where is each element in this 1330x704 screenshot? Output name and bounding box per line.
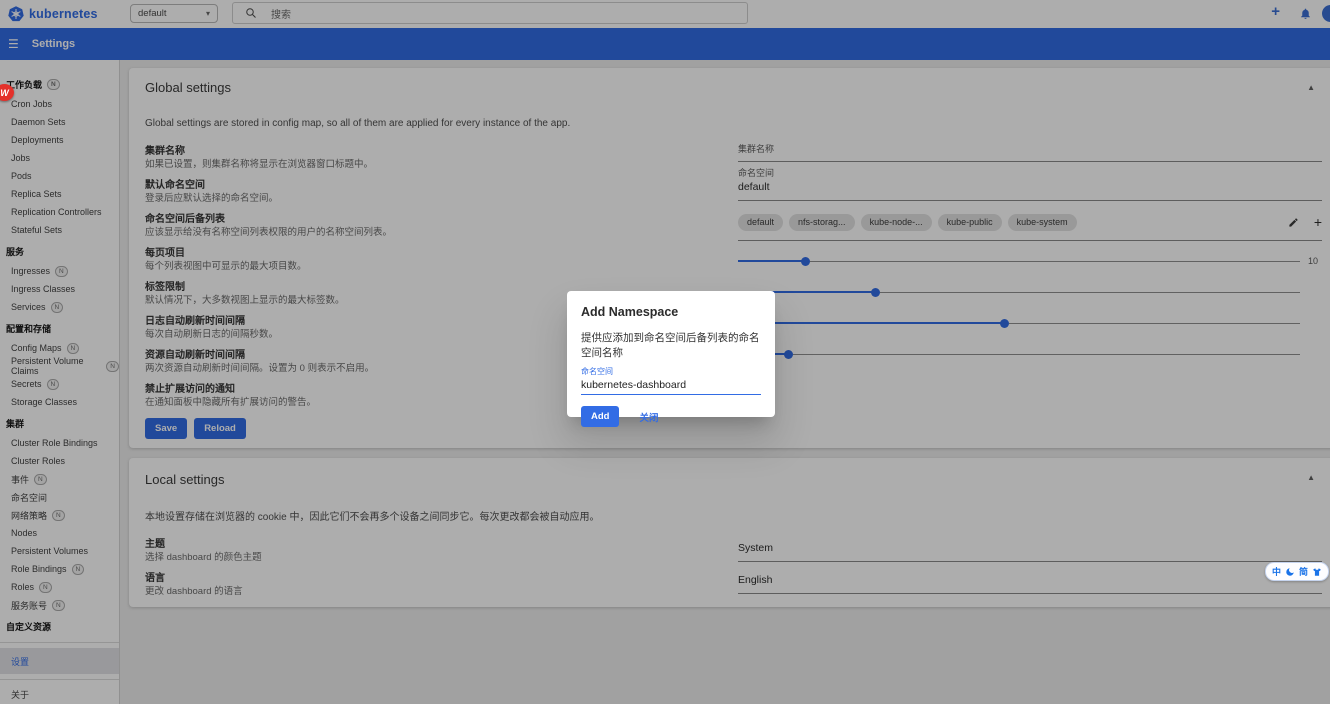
dialog-actions: Add 关闭: [581, 406, 761, 427]
add-button[interactable]: Add: [581, 406, 619, 427]
dialog-message: 提供应添加到命名空间后备列表的命名空间名称: [581, 330, 761, 360]
dialog-title: Add Namespace: [581, 305, 761, 319]
dark-mode-moon-icon[interactable]: [1285, 567, 1295, 577]
close-button[interactable]: 关闭: [639, 410, 658, 424]
shirt-theme-icon[interactable]: [1312, 567, 1322, 577]
translate-extension-widget[interactable]: 中 简: [1265, 562, 1329, 581]
chinese-label[interactable]: 中: [1272, 565, 1281, 578]
namespace-input-label: 命名空间: [581, 366, 761, 377]
input-underline-focused: [581, 394, 761, 395]
add-namespace-dialog: Add Namespace 提供应添加到命名空间后备列表的命名空间名称 命名空间…: [567, 291, 775, 417]
simplified-label[interactable]: 简: [1299, 565, 1308, 578]
app-root: kubernetes default ▾ 搜索 + ☰ Settings: [0, 0, 1330, 704]
namespace-input[interactable]: kubernetes-dashboard: [581, 379, 761, 391]
